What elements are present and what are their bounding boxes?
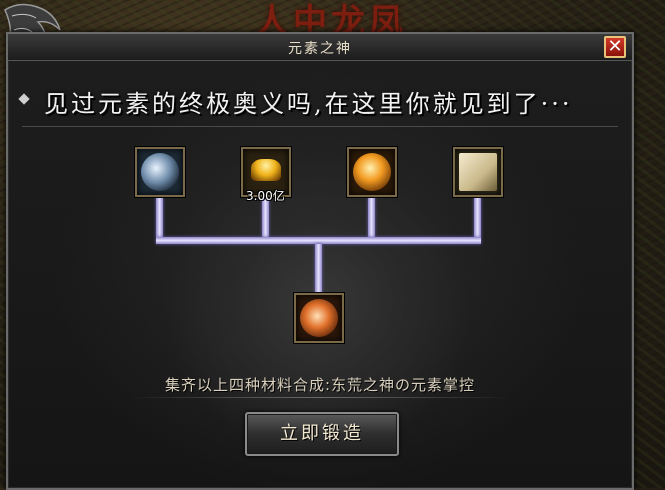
connector-line xyxy=(368,197,375,237)
recipe-divider xyxy=(128,397,512,398)
element-god-dialog: 元素之神 ✕ 见过元素的终极奥义吗,在这里你就见到了··· 3.00亿 集齐以上… xyxy=(6,32,634,490)
dialog-banner: 见过元素的终极奥义吗,在这里你就见到了··· xyxy=(44,90,573,118)
material-slot-4[interactable] xyxy=(453,147,503,197)
forge-button[interactable]: 立即锻造 xyxy=(245,412,399,456)
silver-ring-icon xyxy=(141,153,179,191)
result-slot[interactable] xyxy=(294,293,344,343)
gold-ingot-icon xyxy=(251,159,281,181)
fire-orb-icon xyxy=(353,153,391,191)
connector-line xyxy=(315,244,322,294)
header-divider xyxy=(22,126,618,127)
connector-line xyxy=(474,197,481,237)
close-icon: ✕ xyxy=(607,36,623,57)
material-slot-2[interactable]: 3.00亿 xyxy=(241,147,291,203)
connector-line xyxy=(156,237,481,244)
item-quantity: 3.00亿 xyxy=(246,189,285,203)
close-button[interactable]: ✕ xyxy=(604,36,626,58)
material-slot-1[interactable] xyxy=(135,147,185,197)
connector-line xyxy=(156,197,163,237)
recipe-text: 集齐以上四种材料合成:东荒之神の元素掌控 xyxy=(164,376,476,394)
scroll-icon xyxy=(459,153,497,191)
element-core-icon xyxy=(300,299,338,337)
dialog-titlebar: 元素之神 xyxy=(8,34,632,61)
dialog-title: 元素之神 xyxy=(288,41,352,57)
banner-bullet-icon xyxy=(18,93,30,105)
material-slot-3[interactable] xyxy=(347,147,397,197)
